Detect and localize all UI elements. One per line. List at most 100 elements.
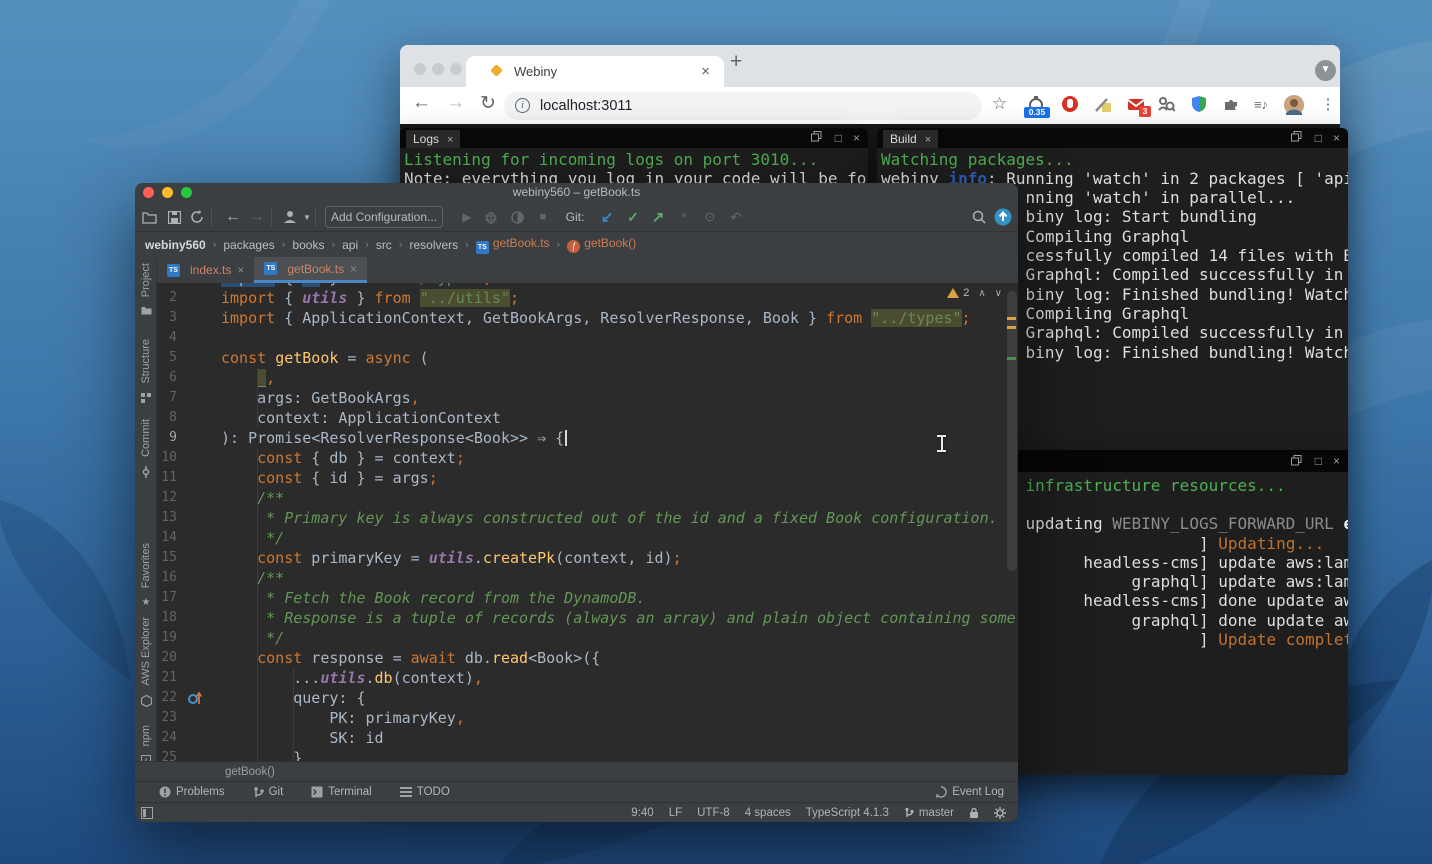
open-folder-icon[interactable]	[139, 202, 159, 232]
sidebar-item-npm[interactable]: npm	[135, 725, 157, 765]
line-ending[interactable]: LF	[669, 807, 682, 819]
chevron-down-icon[interactable]: ▼	[297, 202, 317, 232]
playlist-extension-icon[interactable]: ≡♪	[1251, 95, 1271, 115]
git-commit-check-icon[interactable]: ✓	[623, 202, 643, 232]
inspection-widget[interactable]: 2 ∧ ∨	[947, 285, 1002, 301]
git-push-icon[interactable]: ↗	[648, 202, 668, 232]
history-clock-icon[interactable]: ⊙	[700, 202, 720, 232]
maximize-icon[interactable]: □	[835, 131, 842, 145]
tab-strip-chevron-icon[interactable]: ▼	[1315, 60, 1336, 81]
code-editor[interactable]: import { db } from "../types";2import { …	[157, 283, 1018, 761]
sync-icon[interactable]	[187, 202, 207, 232]
breadcrumb-item[interactable]: webiny560	[145, 238, 206, 252]
breadcrumb-item[interactable]: books	[292, 238, 324, 252]
window-close-button[interactable]	[143, 187, 154, 198]
indent-setting[interactable]: 4 spaces	[745, 807, 791, 819]
window-minimize-button[interactable]	[432, 63, 444, 75]
sidebar-item-favorites[interactable]: Favorites ★	[135, 543, 157, 608]
tab-close-icon[interactable]: ×	[237, 263, 244, 277]
reload-button[interactable]: ↻	[480, 92, 496, 115]
close-icon[interactable]: ×	[1333, 131, 1340, 145]
restore-icon[interactable]	[1291, 131, 1302, 142]
lock-icon[interactable]	[969, 807, 979, 819]
tab-close-icon[interactable]: ×	[701, 56, 710, 87]
shield-extension-icon[interactable]	[1190, 95, 1210, 115]
close-icon[interactable]: ×	[853, 131, 860, 145]
typescript-version[interactable]: TypeScript 4.1.3	[806, 807, 889, 819]
ide-update-icon[interactable]	[993, 202, 1013, 232]
sidebar-item-structure[interactable]: Structure	[135, 339, 157, 403]
breadcrumb-item[interactable]: packages	[223, 238, 274, 252]
gear-icon[interactable]	[994, 807, 1006, 819]
toolwindow-todo[interactable]: TODO	[400, 786, 450, 798]
restore-icon[interactable]	[1291, 455, 1302, 466]
warning-stripe-mark[interactable]	[1007, 317, 1016, 320]
build-terminal-tab[interactable]: Build×	[883, 130, 938, 148]
add-configuration-button[interactable]: Add Configuration...	[325, 206, 443, 228]
code-line: args: GetBookArgs,	[221, 388, 420, 408]
restore-icon[interactable]	[811, 131, 822, 142]
rollback-icon[interactable]: ↶	[726, 202, 746, 232]
tab-close-icon[interactable]: ×	[447, 134, 453, 146]
encoding[interactable]: UTF-8	[697, 807, 730, 819]
browser-menu-icon[interactable]: ⋮	[1318, 95, 1338, 115]
window-zoom-button[interactable]	[181, 187, 192, 198]
debug-bug-icon[interactable]	[481, 202, 501, 232]
next-warning-icon[interactable]: ∨	[995, 288, 1002, 299]
git-cherrypick-icon[interactable]: *	[674, 202, 694, 232]
window-minimize-button[interactable]	[162, 187, 173, 198]
breadcrumb-item-file[interactable]: TSgetBook.ts	[476, 236, 550, 254]
toolwindow-problems[interactable]: Problems	[159, 786, 225, 798]
new-tab-button[interactable]: +	[730, 50, 742, 74]
close-icon[interactable]: ×	[1333, 454, 1340, 468]
maximize-icon[interactable]: □	[1315, 131, 1322, 145]
fold-icon[interactable]	[185, 448, 197, 468]
run-icon[interactable]: ▶	[457, 202, 477, 232]
site-info-icon[interactable]: i	[515, 98, 530, 113]
sidebar-item-aws-explorer[interactable]: AWS Explorer	[135, 617, 157, 707]
run-gutter-icon[interactable]	[187, 690, 203, 706]
bookmark-star-icon[interactable]: ☆	[992, 94, 1007, 114]
url-text[interactable]: localhost:3011	[540, 92, 632, 120]
git-update-icon[interactable]: ↙	[597, 202, 617, 232]
forward-arrow-icon[interactable]: →	[247, 202, 267, 232]
browser-tab[interactable]: Webiny ×	[466, 56, 724, 87]
toolwindow-git[interactable]: Git	[253, 786, 284, 798]
session-extension-icon[interactable]	[1157, 95, 1177, 115]
prev-warning-icon[interactable]: ∧	[978, 288, 985, 299]
adblock-extension-icon[interactable]	[1061, 95, 1081, 115]
extensions-puzzle-icon[interactable]	[1222, 95, 1242, 115]
caret-position[interactable]: 9:40	[631, 807, 653, 819]
window-zoom-button[interactable]	[450, 63, 462, 75]
maximize-icon[interactable]: □	[1315, 454, 1322, 468]
breadcrumb-item-function[interactable]: fgetBook()	[567, 236, 636, 253]
tab-close-icon[interactable]: ×	[925, 134, 931, 146]
editor-tab-index-ts[interactable]: TS index.ts×	[157, 257, 254, 283]
profile-avatar[interactable]	[1284, 95, 1304, 115]
save-icon[interactable]	[164, 202, 184, 232]
profiler-icon[interactable]	[507, 202, 527, 232]
back-arrow-icon[interactable]: ←	[223, 202, 243, 232]
tab-close-icon[interactable]: ×	[350, 262, 357, 276]
address-bar[interactable]: i localhost:3011	[504, 92, 982, 120]
warning-stripe-mark[interactable]	[1007, 326, 1016, 329]
window-close-button[interactable]	[414, 63, 426, 75]
colorpicker-extension-icon[interactable]	[1094, 95, 1114, 115]
sidebar-item-project[interactable]: Project	[135, 263, 157, 315]
forward-button[interactable]: →	[446, 92, 465, 114]
toolwindow-toggle-icon[interactable]	[141, 807, 153, 819]
editor-tab-getbook-ts[interactable]: TS getBook.ts×	[254, 257, 367, 283]
logs-terminal-tab[interactable]: Logs×	[406, 130, 460, 148]
breadcrumb-item[interactable]: src	[376, 238, 392, 252]
breadcrumb-function[interactable]: getBook()	[225, 762, 275, 782]
sidebar-item-commit[interactable]: Commit	[135, 419, 157, 478]
back-button[interactable]: ←	[412, 92, 431, 114]
git-branch-widget[interactable]: master	[904, 807, 954, 819]
stop-icon[interactable]: ■	[533, 202, 553, 232]
breadcrumb-item[interactable]: api	[342, 238, 358, 252]
editor-scrollbar[interactable]	[1007, 291, 1017, 571]
search-everywhere-icon[interactable]	[969, 202, 989, 232]
toolwindow-terminal[interactable]: Terminal	[311, 786, 371, 798]
breadcrumb-item[interactable]: resolvers	[409, 238, 458, 252]
event-log-button[interactable]: Event Log	[935, 786, 1004, 798]
